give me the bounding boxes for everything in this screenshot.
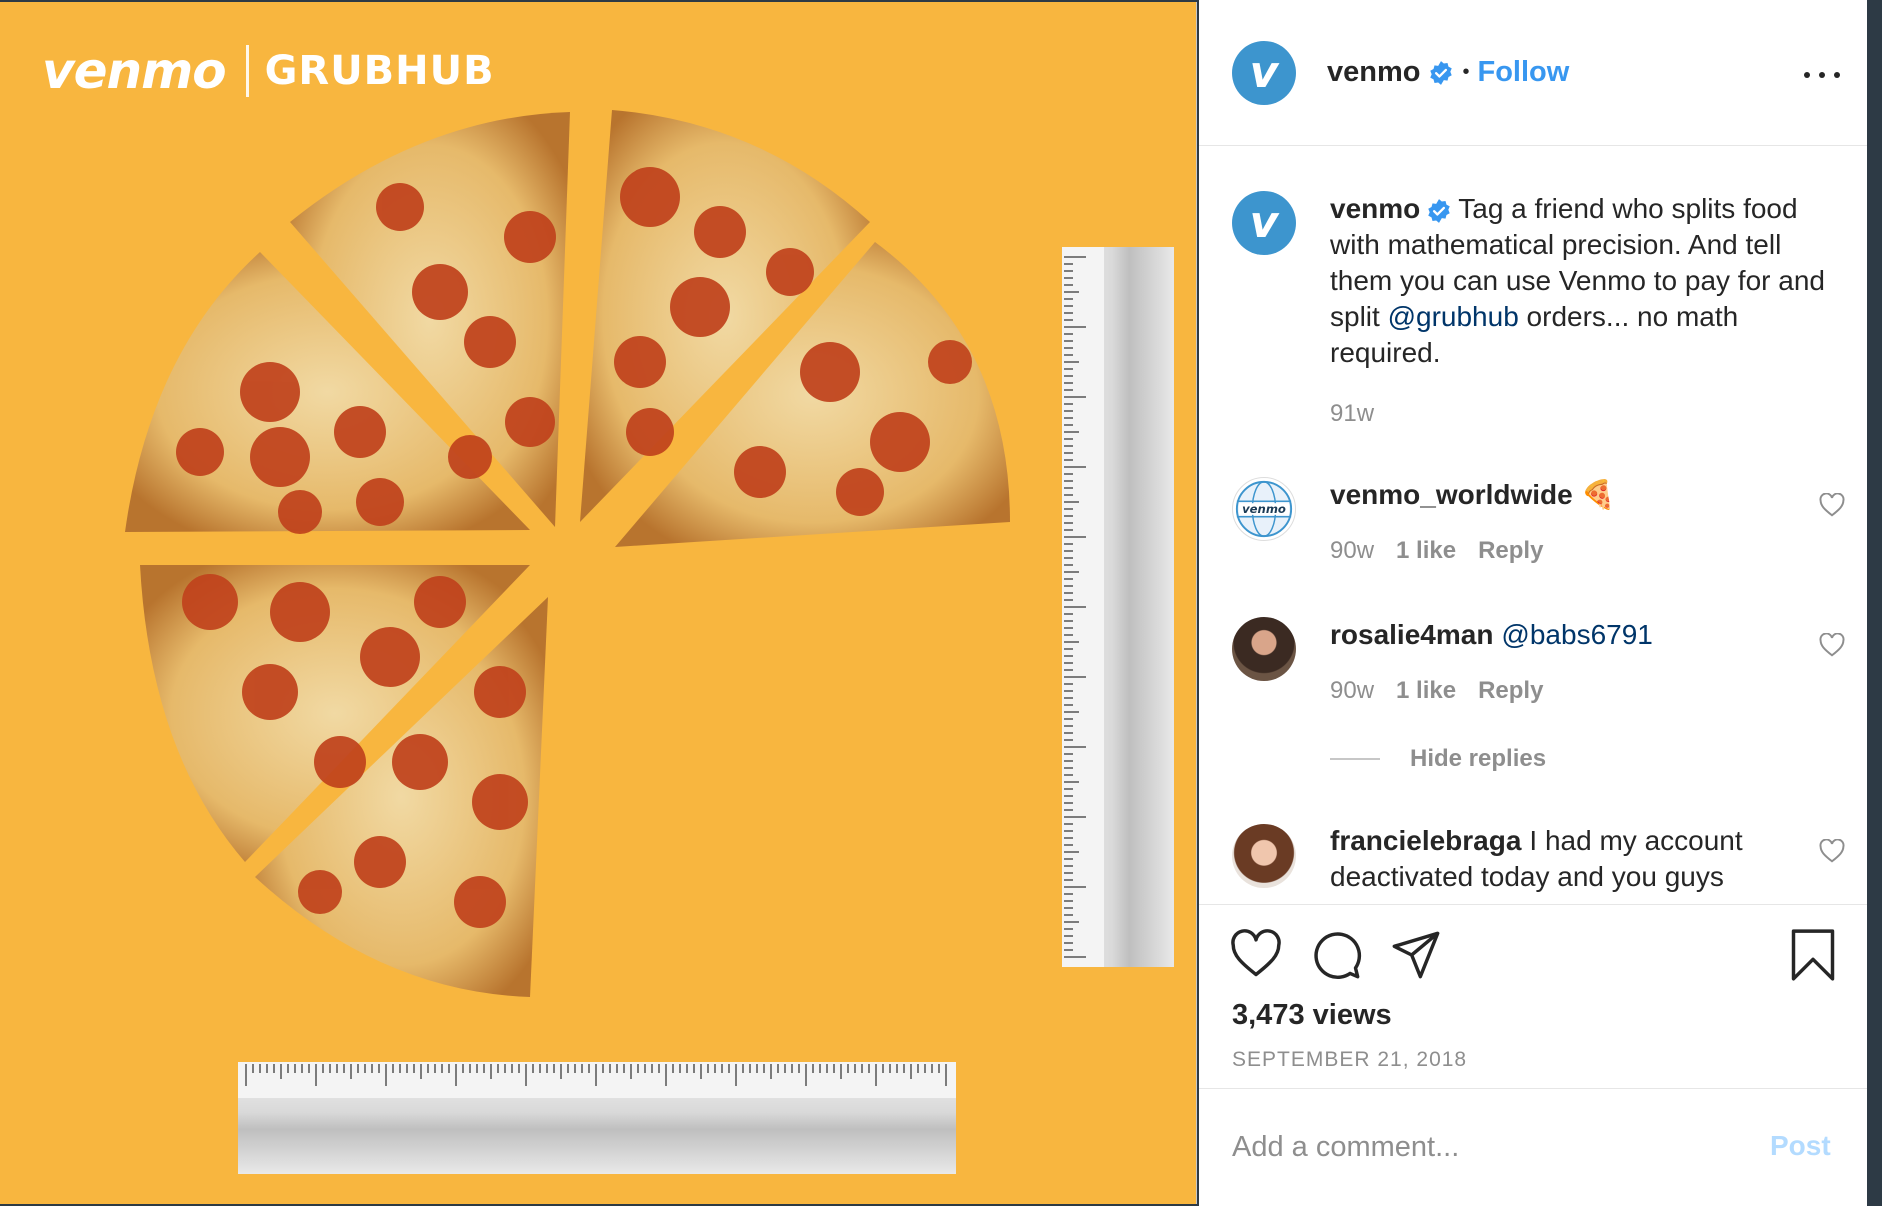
- header-user-row: venmo • Follow: [1327, 56, 1569, 89]
- reply-button[interactable]: Reply: [1478, 677, 1543, 705]
- venmo-wordmark: venmo: [42, 42, 227, 100]
- instagram-post-modal: venmo GRUBHUB v venmo • Follow v venmo T…: [0, 0, 1882, 1206]
- add-comment-form: Post: [1199, 1090, 1867, 1206]
- comment-input[interactable]: [1232, 1124, 1752, 1170]
- comment-mention-link[interactable]: @babs6791: [1501, 619, 1652, 650]
- separator-dot: •: [1462, 61, 1470, 83]
- globe-icon: venmo: [1235, 480, 1293, 538]
- bookmark-icon[interactable]: [1787, 929, 1839, 981]
- more-options-icon[interactable]: [1804, 60, 1840, 90]
- follow-button[interactable]: Follow: [1478, 56, 1570, 89]
- comment-username[interactable]: venmo_worldwide: [1330, 479, 1573, 510]
- brand-lockup: venmo GRUBHUB: [42, 42, 495, 100]
- post-date[interactable]: SEPTEMBER 21, 2018: [1232, 1048, 1467, 1072]
- caption-username[interactable]: venmo: [1330, 193, 1420, 224]
- comments-list[interactable]: v venmo Tag a friend who splits food with…: [1199, 147, 1867, 903]
- grubhub-wordmark: GRUBHUB: [264, 48, 495, 94]
- comment-1: venmo_worldwide 🍕: [1330, 477, 1845, 513]
- verified-badge-icon: [1430, 60, 1453, 85]
- pizza-slices: [125, 110, 1010, 997]
- commenter-avatar[interactable]: venmo: [1232, 477, 1296, 541]
- window-edge: [1867, 0, 1882, 1206]
- hide-replies-label: Hide replies: [1410, 745, 1547, 772]
- comment-likes[interactable]: 1 like: [1396, 537, 1456, 565]
- view-count[interactable]: 3,473 views: [1232, 999, 1392, 1032]
- pizza-illustration: [125, 110, 1174, 1174]
- header-username[interactable]: venmo: [1327, 56, 1420, 89]
- caption-timestamp[interactable]: 91w: [1330, 400, 1374, 428]
- comment-likes[interactable]: 1 like: [1396, 677, 1456, 705]
- brand-divider: [245, 45, 249, 97]
- post-media[interactable]: venmo GRUBHUB: [0, 2, 1197, 1204]
- like-comment-heart-icon[interactable]: [1819, 839, 1845, 863]
- commenter-avatar[interactable]: [1232, 617, 1296, 681]
- heart-icon[interactable]: [1230, 929, 1282, 981]
- hide-replies-button[interactable]: Hide replies: [1330, 745, 1546, 773]
- comment-icon[interactable]: [1310, 929, 1362, 981]
- post-actions: 3,473 views SEPTEMBER 21, 2018: [1199, 904, 1867, 1089]
- horizontal-ruler: [238, 1062, 956, 1174]
- caption-avatar[interactable]: v: [1232, 191, 1296, 255]
- commenter-avatar[interactable]: [1232, 824, 1296, 888]
- like-comment-heart-icon[interactable]: [1819, 493, 1845, 517]
- post-button[interactable]: Post: [1770, 1130, 1831, 1162]
- reply-button[interactable]: Reply: [1478, 537, 1543, 565]
- comment-username[interactable]: francielebraga: [1330, 825, 1521, 856]
- comment-3: francielebraga I had my account deactivat…: [1330, 823, 1845, 895]
- comment-timestamp[interactable]: 90w: [1330, 677, 1374, 705]
- post-header: v venmo • Follow: [1199, 0, 1867, 146]
- comment-2-meta: 90w 1 like Reply: [1330, 677, 1565, 705]
- comment-timestamp[interactable]: 90w: [1330, 537, 1374, 565]
- venmo-avatar[interactable]: v: [1232, 41, 1296, 105]
- verified-badge-icon: [1428, 198, 1450, 223]
- caption-mention-link[interactable]: @grubhub: [1388, 301, 1519, 332]
- like-comment-heart-icon[interactable]: [1819, 633, 1845, 657]
- svg-text:venmo: venmo: [1242, 502, 1286, 516]
- share-icon[interactable]: [1390, 929, 1442, 981]
- comment-1-meta: 90w 1 like Reply: [1330, 537, 1565, 565]
- caption: venmo Tag a friend who splits food with m…: [1330, 191, 1845, 371]
- comment-2: rosalie4man @babs6791: [1330, 617, 1845, 653]
- replies-line: [1330, 758, 1380, 760]
- comment-username[interactable]: rosalie4man: [1330, 619, 1493, 650]
- caption-meta: 91w: [1330, 400, 1396, 428]
- post-sidebar: v venmo • Follow v venmo Tag a friend who…: [1199, 0, 1867, 1206]
- comment-text: 🍕: [1580, 479, 1616, 510]
